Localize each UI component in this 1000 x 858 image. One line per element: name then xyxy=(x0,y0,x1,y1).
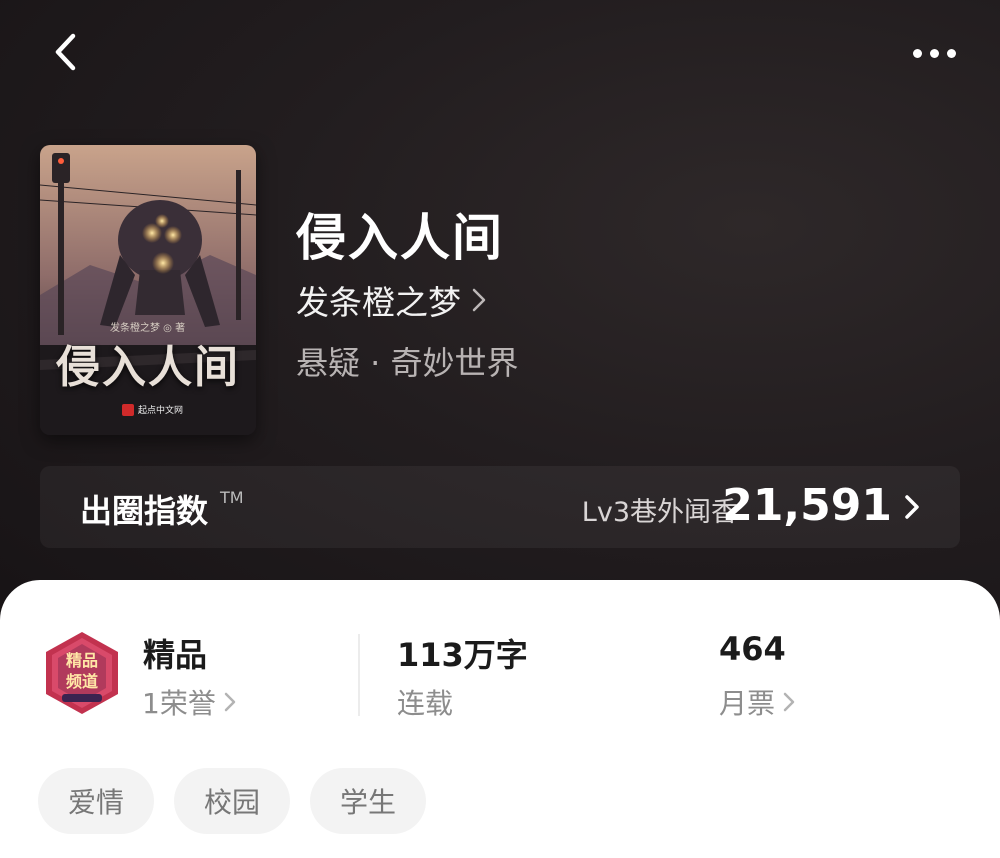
chevron-right-icon xyxy=(783,692,795,712)
back-button[interactable] xyxy=(40,26,92,78)
cover-title: 侵入人间 xyxy=(56,342,240,393)
word-count: 113万字 xyxy=(397,636,528,674)
book-title: 侵入人间 xyxy=(296,208,504,267)
more-button[interactable] xyxy=(904,30,964,76)
tag-chip[interactable]: 学生 xyxy=(310,768,427,834)
publisher-logo-icon xyxy=(122,403,134,416)
cover-publisher: 起点中文网 xyxy=(122,403,183,416)
monthly-votes-link[interactable]: 月票 xyxy=(719,682,795,722)
serial-status: 连载 xyxy=(397,682,453,722)
trademark-mark: TM xyxy=(220,488,244,507)
book-genre: 悬疑 · 奇妙世界 xyxy=(296,344,519,382)
book-cover[interactable]: 发条橙之梦 ◎ 著 侵入人间 起点中文网 xyxy=(40,145,256,435)
tag-list: 爱情 校园 学生 xyxy=(38,768,427,834)
quality-title: 精品 xyxy=(143,636,208,674)
badge-text-top: 精品 xyxy=(66,651,98,670)
chevron-left-icon xyxy=(55,33,76,71)
chevron-right-icon xyxy=(224,692,236,712)
monthly-votes-label: 月票 xyxy=(719,687,776,720)
honor-link[interactable]: 1荣誉 xyxy=(142,682,236,722)
chevron-right-icon xyxy=(472,288,486,312)
chevron-right-icon xyxy=(905,495,919,519)
quality-channel-badge-icon[interactable]: 精品 频道 xyxy=(40,630,124,716)
serial-status-label: 连载 xyxy=(397,687,454,720)
author-name: 发条橙之梦 xyxy=(296,283,461,322)
more-horizontal-icon xyxy=(912,48,922,58)
tag-chip[interactable]: 爱情 xyxy=(38,768,155,834)
index-score: 21,591 xyxy=(722,480,892,531)
stat-divider xyxy=(358,634,360,716)
info-sheet: 精品 频道 精品 1荣誉 113万字 连载 464 月票 爱情 校园 学生 xyxy=(0,580,1000,858)
index-level: Lv3巷外闻香 xyxy=(581,497,738,528)
badge-text-bottom: 频道 xyxy=(66,672,98,691)
book-header: 发条橙之梦 ◎ 著 侵入人间 起点中文网 侵入人间 发条橙之梦 悬疑 · 奇妙世… xyxy=(0,0,1000,640)
index-label: 出圈指数 xyxy=(80,492,209,530)
publisher-name: 起点中文网 xyxy=(138,406,184,416)
author-link[interactable]: 发条橙之梦 xyxy=(296,276,487,324)
popularity-index-bar[interactable]: 出圈指数 TM Lv3巷外闻香 21,591 xyxy=(40,466,960,548)
tag-chip[interactable]: 校园 xyxy=(174,768,291,834)
honor-count: 1荣誉 xyxy=(142,687,216,720)
monthly-votes-count: 464 xyxy=(719,630,786,668)
